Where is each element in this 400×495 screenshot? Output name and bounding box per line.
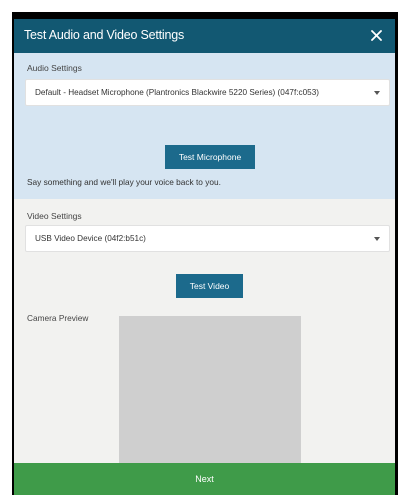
microphone-select[interactable]: Default - Headset Microphone (Plantronic… xyxy=(25,79,390,106)
test-microphone-button[interactable]: Test Microphone xyxy=(165,145,255,169)
microphone-hint: Say something and we'll play your voice … xyxy=(27,177,221,187)
next-button-label: Next xyxy=(195,474,214,484)
camera-preview-label: Camera Preview xyxy=(27,313,89,323)
camera-select-value: USB Video Device (04f2:b51c) xyxy=(35,234,146,243)
test-video-button[interactable]: Test Video xyxy=(176,274,243,298)
video-settings-label: Video Settings xyxy=(27,211,82,221)
audio-settings-label: Audio Settings xyxy=(27,63,82,73)
dialog-title: Test Audio and Video Settings xyxy=(24,28,185,42)
dialog-title-bar: Test Audio and Video Settings xyxy=(14,19,395,53)
camera-select[interactable]: USB Video Device (04f2:b51c) xyxy=(25,225,390,252)
video-settings-section: Video Settings USB Video Device (04f2:b5… xyxy=(14,199,395,483)
chevron-down-icon xyxy=(374,91,380,95)
settings-dialog: Test Audio and Video Settings Audio Sett… xyxy=(14,19,395,495)
chevron-down-icon xyxy=(374,237,380,241)
microphone-select-value: Default - Headset Microphone (Plantronic… xyxy=(35,88,319,97)
close-icon[interactable] xyxy=(366,24,386,46)
close-icon-glyph xyxy=(370,29,382,41)
camera-preview xyxy=(119,316,301,471)
audio-settings-section: Audio Settings Default - Headset Microph… xyxy=(14,53,395,199)
next-button[interactable]: Next xyxy=(14,463,395,495)
